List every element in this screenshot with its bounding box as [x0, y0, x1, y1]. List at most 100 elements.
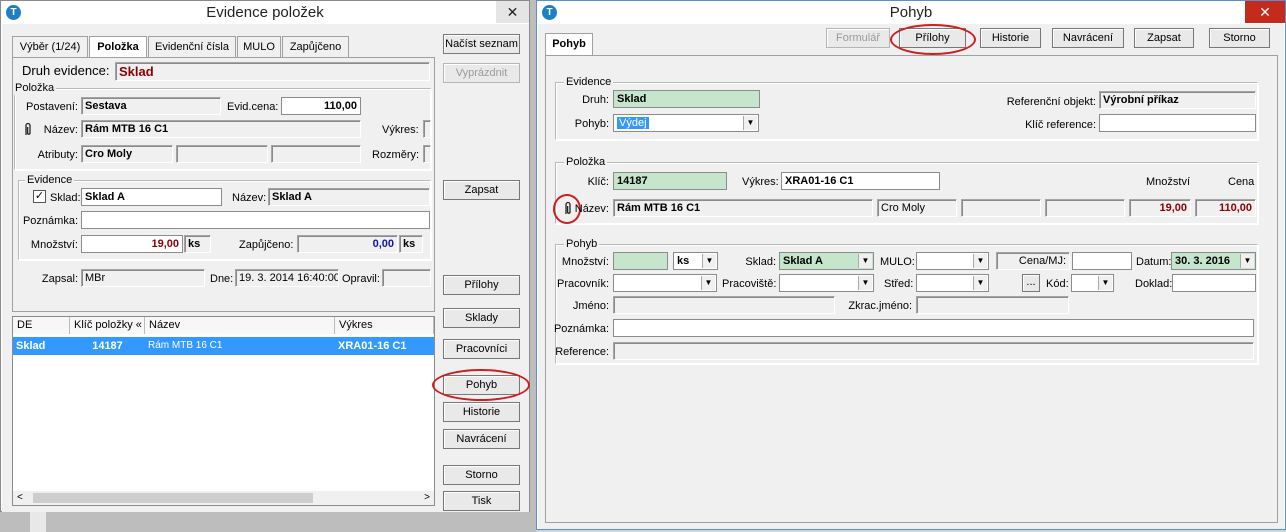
pohyb-poznamka-field[interactable] [613, 319, 1254, 337]
tab-vyber[interactable]: Výběr (1/24) [12, 36, 88, 58]
pohyb-title-bar: T Pohyb ✕ [537, 1, 1285, 24]
unit-select[interactable]: ks ▼ [673, 252, 718, 270]
pohyb-cena-field: 110,00 [1195, 199, 1256, 217]
items-table[interactable]: DE Klíč položky « Název Výkres Sklad 141… [12, 316, 435, 506]
pohyb-close-button[interactable]: ✕ [1245, 1, 1285, 23]
sklad-field[interactable]: Sklad A [81, 188, 222, 206]
storno-button[interactable]: Storno [443, 465, 520, 485]
unit-chevron-icon[interactable]: ▼ [702, 254, 716, 268]
pohyb-nazev-label: Název: [574, 203, 609, 215]
cell-vykres: XRA01-16 C1 [338, 340, 407, 352]
evidence-group-title: Evidence [25, 173, 75, 187]
pohyb-detail-title: Pohyb [564, 237, 600, 251]
pohyb-nazev-field: Rám MTB 16 C1 [613, 199, 873, 217]
klic-label: Klíč: [587, 176, 609, 188]
horizontal-scrollbar[interactable]: < > [13, 491, 434, 505]
pracovnik-chevron-icon[interactable]: ▼ [701, 276, 715, 290]
klic-field[interactable]: 14187 [613, 172, 727, 190]
pracovnik-select[interactable]: ▼ [613, 274, 717, 292]
ellipsis-button[interactable]: ... [1022, 274, 1040, 292]
stred-chevron-icon[interactable]: ▼ [973, 276, 987, 290]
pohyb-mnozstvi-input[interactable] [613, 252, 668, 270]
kod-select[interactable]: ▼ [1071, 274, 1114, 292]
druh-evidence-label: Druh evidence: [22, 63, 110, 78]
pohyb-poznamka-label: Poznámka: [553, 323, 609, 335]
evidence-panel: Výběr (1/24) Položka Evidenční čísla MUL… [2, 24, 530, 512]
sklady-button[interactable]: Sklady [443, 308, 520, 328]
poznamka-field[interactable] [81, 211, 430, 229]
pohyb-mnozstvi-label: Množství: [561, 256, 609, 268]
pohyb-mnozstvi-field: 19,00 [1129, 199, 1191, 217]
col-nazev[interactable]: Název [145, 317, 335, 334]
datum-field[interactable]: 30. 3. 2016 ▼ [1171, 252, 1256, 270]
refobj-field: Výrobní příkaz [1099, 91, 1256, 109]
vykres-label-r: Výkres: [742, 176, 779, 188]
atributy-field-1: Cro Moly [81, 145, 173, 163]
col-vykres[interactable]: Výkres [335, 317, 434, 334]
cell-nazev: Rám MTB 16 C1 [148, 340, 223, 351]
druh-field[interactable]: Sklad [613, 90, 760, 108]
pohyb-navraceni-button[interactable]: Navrácení [1052, 28, 1124, 48]
pracoviste-select[interactable]: ▼ [779, 274, 874, 292]
zapsat-button[interactable]: Zapsat [443, 180, 520, 200]
pohyb-highlight [432, 369, 530, 401]
doklad-field[interactable] [1172, 274, 1256, 292]
bottom-strip [0, 512, 530, 532]
table-row[interactable]: Sklad 14187 Rám MTB 16 C1 XRA01-16 C1 [13, 337, 434, 355]
pohyb-type-select[interactable]: Výdej ▼ [613, 114, 759, 132]
evidence-window: T Evidence položek ✕ Výběr (1/24) Položk… [0, 0, 530, 512]
col-de[interactable]: DE [13, 317, 70, 334]
dne-field: 19. 3. 2014 16:40:00 [235, 269, 339, 287]
stred-select[interactable]: ▼ [916, 274, 989, 292]
pracovnici-button[interactable]: Pracovníci [443, 339, 520, 359]
tisk-button[interactable]: Tisk [443, 491, 520, 511]
pracoviste-chevron-icon[interactable]: ▼ [858, 276, 872, 290]
pohyb-evidence-title: Evidence [564, 75, 614, 89]
close-button[interactable]: ✕ [496, 1, 529, 23]
chevron-down-icon[interactable]: ▼ [743, 116, 757, 130]
mulo-chevron-icon[interactable]: ▼ [973, 254, 987, 268]
sklad-checkbox[interactable]: ✓ [33, 190, 46, 203]
kod-chevron-icon[interactable]: ▼ [1098, 276, 1112, 290]
pohyb-storno-button[interactable]: Storno [1209, 28, 1270, 48]
atributy-label: Atributy: [37, 149, 78, 161]
tab-mulo[interactable]: MULO [237, 36, 281, 58]
col-klic[interactable]: Klíč položky « [70, 317, 145, 334]
evidcena-field[interactable]: 110,00 [281, 97, 361, 115]
mnozstvi-field[interactable]: 19,00 [81, 235, 183, 253]
pracovnik-label: Pracovník: [557, 278, 609, 290]
window-title: Evidence položek [206, 4, 324, 21]
bottom-strip-block [30, 512, 46, 532]
vyprazdnit-button[interactable]: Vyprázdnit [443, 63, 520, 83]
pohyb-zapsat-button[interactable]: Zapsat [1134, 28, 1194, 48]
pohyb-sklad-select[interactable]: Sklad A ▼ [779, 252, 874, 270]
scroll-left-icon[interactable]: < [17, 491, 23, 505]
prilohy-highlight [890, 24, 976, 55]
klicref-field[interactable] [1099, 114, 1256, 132]
datum-chevron-icon[interactable]: ▼ [1240, 254, 1254, 268]
polozka-group-title: Položka [13, 81, 57, 95]
pohyb-attr-field-3 [1045, 199, 1125, 217]
nacist-seznam-button[interactable]: Načíst seznam [443, 34, 520, 54]
tab-zapujceno[interactable]: Zapůjčeno [282, 36, 349, 58]
paperclip-icon[interactable] [22, 122, 34, 137]
pohyb-window-title: Pohyb [889, 4, 933, 21]
unit-value: ks [677, 255, 690, 267]
formular-button[interactable]: Formulář [826, 28, 890, 48]
scroll-right-icon[interactable]: > [424, 491, 430, 505]
tab-pohyb[interactable]: Pohyb [545, 33, 593, 57]
pohyb-attr-field-2 [961, 199, 1041, 217]
dne-label: Dne: [210, 273, 234, 285]
prilohy-button[interactable]: Přílohy [443, 275, 520, 295]
scroll-thumb[interactable] [33, 493, 313, 503]
pohyb-historie-button[interactable]: Historie [980, 28, 1041, 48]
mnozstvi-column-label: Množství [1146, 176, 1191, 188]
cenamj-field[interactable] [1072, 252, 1132, 270]
postaveni-label: Postavení: [26, 101, 78, 113]
historie-button[interactable]: Historie [443, 402, 520, 422]
mulo-select[interactable]: ▼ [916, 252, 989, 270]
vykres-field-r[interactable]: XRA01-16 C1 [781, 172, 940, 190]
tab-evidencni-cisla[interactable]: Evidenční čísla [148, 36, 236, 58]
sklad-chevron-icon[interactable]: ▼ [858, 254, 872, 268]
navraceni-button[interactable]: Navrácení [443, 429, 520, 449]
